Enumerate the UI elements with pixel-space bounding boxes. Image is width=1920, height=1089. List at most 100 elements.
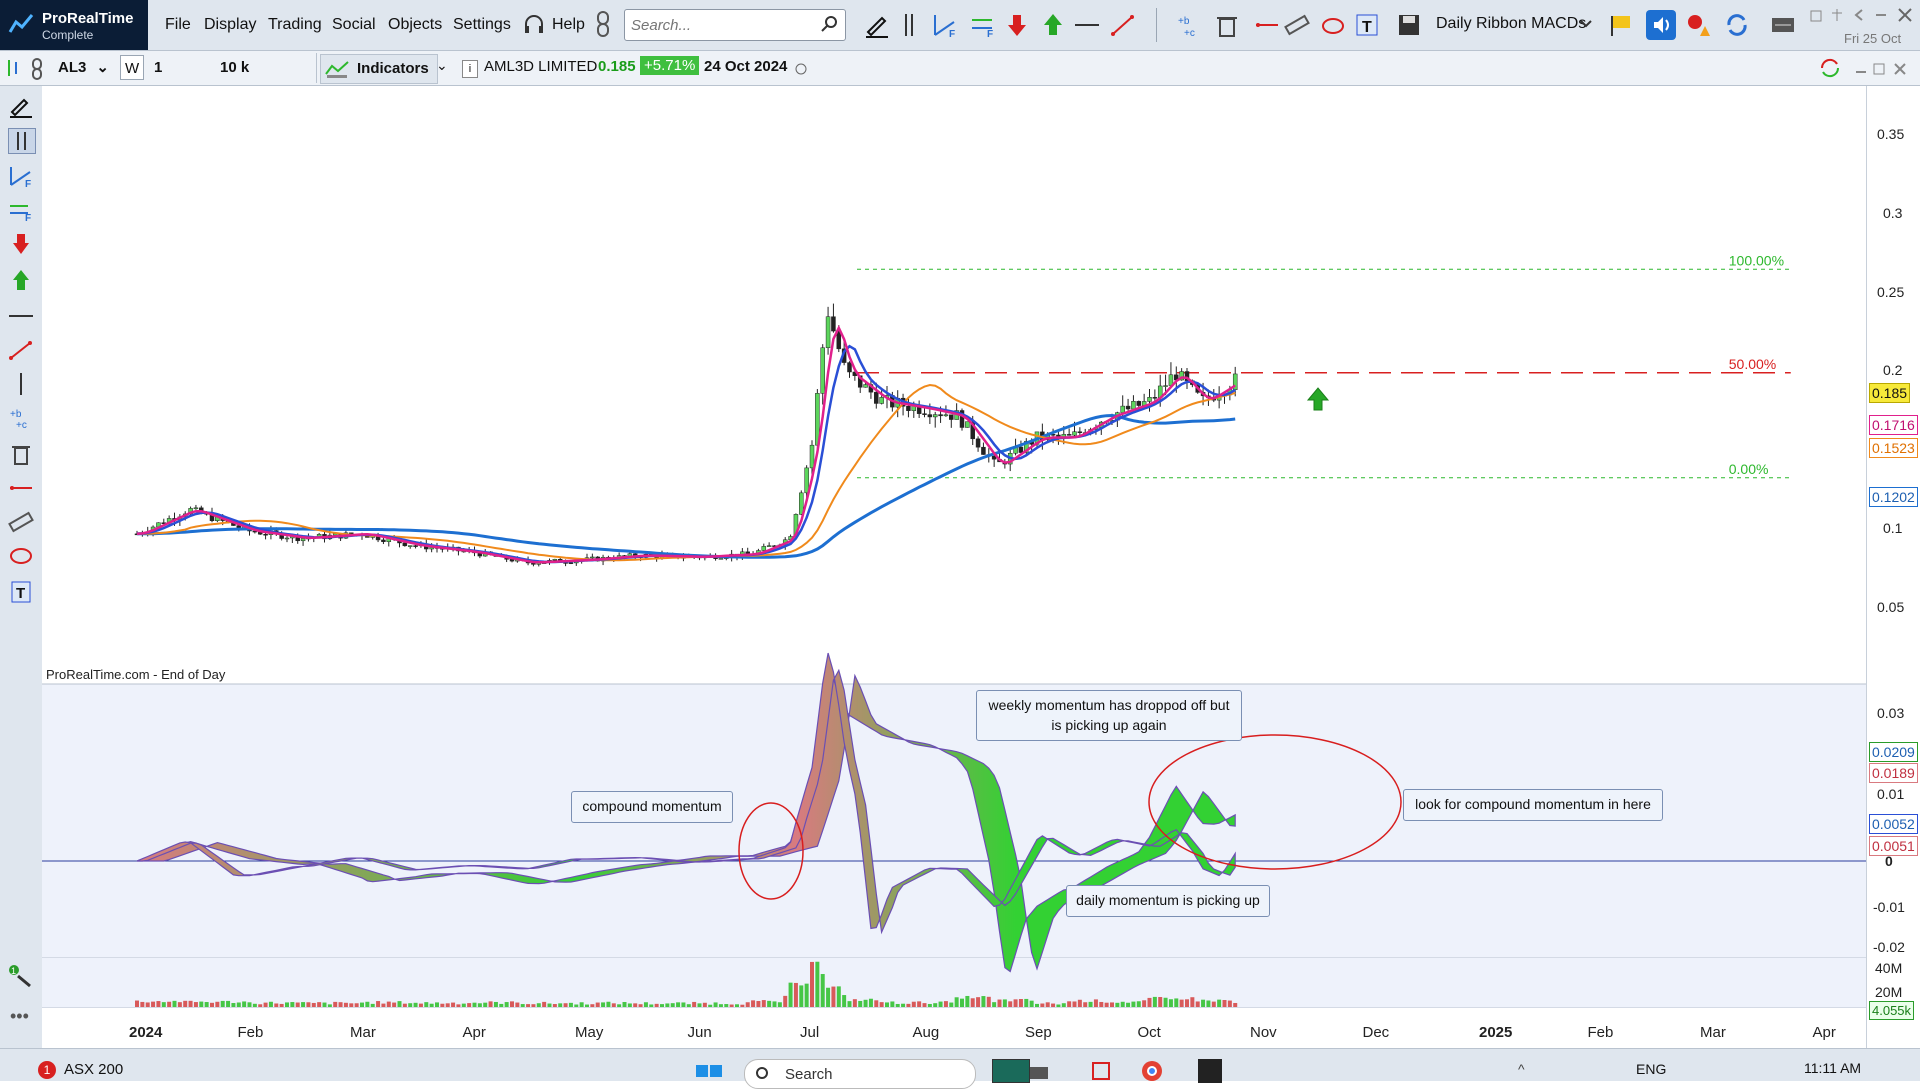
info-icon[interactable]: i (462, 60, 478, 78)
ruler-icon[interactable] (1284, 12, 1310, 38)
tray-chevron-icon[interactable]: ^ (1518, 1061, 1525, 1077)
menu-objects[interactable]: Objects (388, 16, 442, 34)
volume-bar (215, 1001, 220, 1007)
volume-bar (1099, 1001, 1104, 1007)
menu-settings[interactable]: Settings (453, 16, 511, 34)
sync-icon[interactable] (1818, 57, 1842, 79)
index-ticker[interactable]: ASX 200 (64, 1061, 123, 1078)
notification-badge[interactable]: 1 (38, 1061, 56, 1079)
sell-arrow-icon[interactable] (1004, 12, 1030, 38)
volume-bar (1061, 1003, 1066, 1007)
vertical-line-tool-icon[interactable] (8, 128, 36, 154)
restore-chart-icon[interactable] (1872, 62, 1886, 76)
volume-bar (1179, 999, 1184, 1007)
search-box[interactable] (624, 9, 846, 41)
keyboard-icon[interactable] (1770, 12, 1796, 38)
pin-icon[interactable] (1830, 8, 1844, 22)
buy-arrow-icon[interactable] (8, 268, 34, 292)
chart-area[interactable]: 100.00% 50.00% 0.00% ProRealTime.com - End… (42, 86, 1866, 1048)
weekly-toggle[interactable]: W (120, 55, 144, 80)
ellipse-icon[interactable] (1320, 12, 1346, 38)
taskbar-app-icon[interactable] (992, 1059, 1030, 1083)
buy-arrow-icon[interactable] (1040, 12, 1066, 38)
volume-bar (263, 1002, 268, 1007)
link-icon[interactable] (594, 10, 612, 38)
pencil-icon[interactable] (8, 94, 34, 118)
refresh-icon[interactable] (1724, 12, 1750, 38)
trash-icon[interactable] (8, 442, 34, 466)
taskbar-search[interactable]: Search (744, 1059, 976, 1089)
chevron-down-icon[interactable] (1580, 19, 1592, 29)
headset-icon[interactable] (522, 13, 546, 37)
pencil-icon[interactable] (864, 12, 890, 38)
vertical-lines-icon[interactable] (900, 12, 926, 38)
indicators-button[interactable]: Indicators (320, 54, 438, 84)
trash-icon[interactable] (1214, 12, 1240, 38)
fibonacci-fan-icon[interactable]: F (932, 12, 958, 38)
language-indicator[interactable]: ENG (1636, 1061, 1666, 1077)
units-selector[interactable]: 10 k units⌄ (216, 55, 310, 101)
clock[interactable]: 11:11 AM (1804, 1060, 1861, 1076)
annotation-compound-momentum[interactable]: compound momentum (571, 791, 733, 823)
fibonacci-retracement-icon[interactable]: F (970, 12, 996, 38)
back-icon[interactable] (1852, 8, 1866, 22)
horizontal-line-icon[interactable] (1074, 12, 1100, 38)
menu-trading[interactable]: Trading (268, 16, 322, 34)
template-name[interactable]: Daily Ribbon MACDs (1436, 15, 1586, 33)
taskbar-app-icon[interactable] (1028, 1063, 1052, 1081)
close-icon[interactable] (1896, 6, 1914, 24)
taskbar-app-icon[interactable] (1198, 1059, 1222, 1083)
timeframe-selector[interactable]: 1 day⌄ (150, 55, 214, 101)
alerts-icon[interactable] (1686, 12, 1712, 38)
segment-icon[interactable] (8, 338, 34, 362)
sound-button[interactable] (1646, 10, 1676, 40)
fibonacci-fan-icon[interactable]: F (8, 164, 34, 188)
taskbar: 1 ASX 200 Search ^ ENG 11:11 AM (0, 1048, 1920, 1089)
save-icon[interactable] (1396, 12, 1422, 38)
segment-icon[interactable] (1110, 12, 1136, 38)
volume-bar (611, 1003, 616, 1007)
svg-text:F: F (25, 179, 31, 188)
menu-social[interactable]: Social (332, 16, 376, 34)
volume-bar (793, 982, 798, 1007)
flag-icon[interactable] (1608, 12, 1634, 38)
annotation-look-for[interactable]: look for compound momentum in here (1403, 789, 1663, 821)
horizontal-line-icon[interactable] (8, 304, 34, 328)
ellipse-icon[interactable] (8, 544, 34, 568)
ray-icon[interactable] (8, 476, 34, 500)
link-chart-icon[interactable] (30, 57, 44, 81)
menu-file[interactable]: File (165, 16, 191, 34)
volume-bar (322, 1002, 327, 1007)
x-axis-label: Mar (350, 1024, 376, 1041)
restore-window-icon[interactable] (1810, 8, 1824, 22)
chrome-icon[interactable] (1140, 1059, 1164, 1083)
close-chart-icon[interactable] (1892, 61, 1908, 77)
menu-display[interactable]: Display (204, 16, 256, 34)
chart-type-icon[interactable] (4, 57, 26, 79)
more-options-icon[interactable]: ••• (10, 1006, 29, 1027)
annotation-weekly-momentum[interactable]: weekly momentum has droppod off but is p… (976, 690, 1242, 741)
app-logo[interactable]: ProRealTime Complete (0, 0, 148, 50)
ray-icon[interactable] (1254, 12, 1280, 38)
windows-start-icon[interactable] (694, 1063, 726, 1081)
search-icon[interactable] (821, 15, 839, 33)
text-plus-icon[interactable]: +b+c (8, 406, 34, 430)
ruler-icon[interactable] (8, 510, 34, 534)
text-plus-icon[interactable]: +b+c (1176, 12, 1202, 38)
settings-badge-icon[interactable]: 1 (8, 964, 34, 988)
taskbar-app-icon[interactable] (1090, 1061, 1114, 1081)
minimize-chart-icon[interactable] (1854, 62, 1868, 76)
search-input[interactable] (629, 10, 813, 40)
annotation-daily-momentum[interactable]: daily momentum is picking up (1066, 885, 1270, 917)
fibonacci-retracement-icon[interactable]: F (8, 198, 34, 222)
symbol-selector[interactable]: AL3 ⌄ (54, 55, 112, 80)
text-tool-icon[interactable]: T (1354, 12, 1380, 38)
prorealtime-logo-icon (8, 14, 34, 33)
menu-help[interactable]: Help (552, 16, 585, 34)
minimize-icon[interactable] (1874, 8, 1888, 22)
text-tool-icon[interactable]: T (8, 580, 34, 604)
sell-arrow-icon[interactable] (8, 232, 34, 256)
price-axis[interactable]: 0.35 0.3 0.25 0.2 0.1 0.05 0.185 0.1716 … (1866, 86, 1920, 1048)
vertical-line-icon[interactable] (8, 372, 34, 396)
chevron-down-icon[interactable]: ⌄ (436, 57, 448, 74)
